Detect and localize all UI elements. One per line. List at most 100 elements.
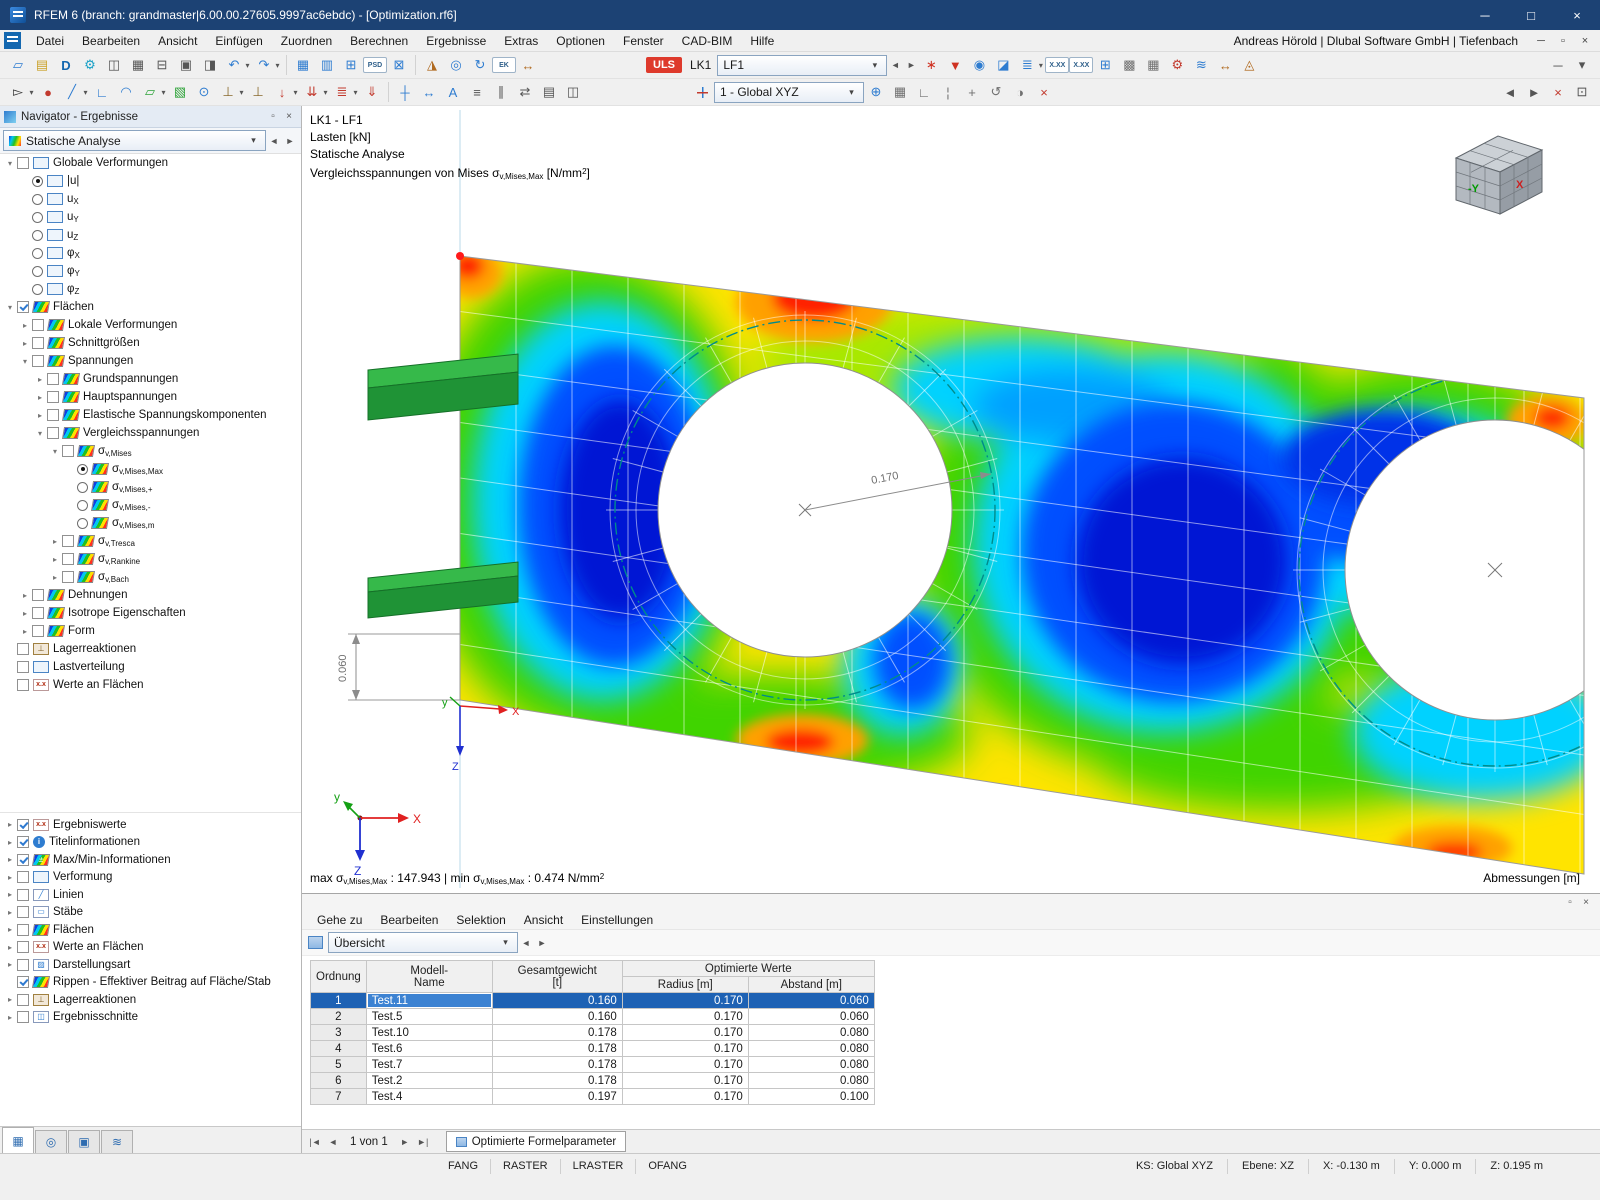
checkbox[interactable] [47, 427, 59, 439]
expander-closed-icon[interactable]: ▸ [49, 555, 61, 564]
tree-item-lagerreaktionen[interactable]: ⊥ Lagerreaktionen [0, 640, 301, 658]
line-load-button-dropdown[interactable]: ▾ [321, 88, 330, 97]
checkbox[interactable] [17, 906, 29, 919]
dock-button[interactable]: ⊡ [1570, 81, 1594, 103]
minimize-button[interactable]: ─ [1462, 0, 1508, 30]
model-viewport[interactable]: 0.170 0.060 X y Z X y Z -Y X LK1 - LF1 L… [302, 106, 1600, 893]
checkbox[interactable] [32, 337, 44, 349]
tree-item-lastverteilung[interactable]: Lastverteilung [0, 658, 301, 676]
chevron-down-icon[interactable]: ▾ [499, 937, 512, 948]
tree-item-hauptspannungen[interactable]: ▸ Hauptspannungen [0, 388, 301, 406]
panel-float-button[interactable]: ▫ [1562, 895, 1578, 909]
draw-arc-button[interactable]: ◠ [114, 81, 138, 103]
expander-open-icon[interactable]: ▾ [34, 429, 46, 438]
tree-item-werte-an-fl-chen[interactable]: ▸ x.x Werte an Flächen [0, 939, 301, 957]
panel-close-button[interactable]: × [1578, 895, 1594, 909]
radio-button[interactable] [77, 517, 88, 529]
expander-open-icon[interactable]: ▾ [19, 357, 31, 366]
tree-item-v-mises-m[interactable]: σv,Mises,m [0, 514, 301, 532]
mdi-close-button[interactable]: × [1574, 31, 1596, 51]
expander-open-icon[interactable]: ▾ [4, 303, 16, 312]
dlubal-connect-button[interactable]: D [54, 54, 78, 76]
view-prev-button[interactable]: ◄ [1498, 81, 1522, 103]
tree-item-form[interactable]: ▸ Form [0, 622, 301, 640]
show-tables-button[interactable]: ▦ [291, 54, 315, 76]
menu-datei[interactable]: Datei [27, 30, 73, 52]
zoom-button[interactable]: ◎ [444, 54, 468, 76]
clipping-button[interactable]: ◪ [991, 54, 1015, 76]
page-prev-button[interactable]: ◄ [324, 1133, 342, 1151]
result-values-all-button[interactable]: X.XX [1069, 57, 1094, 73]
table-row-test-5[interactable]: 2 Test.5 0.160 0.170 0.060 [310, 1008, 875, 1025]
cell-abstand[interactable]: 0.060 [747, 992, 875, 1009]
print-button[interactable]: ⊟ [150, 54, 174, 76]
cell-ordnung[interactable]: 1 [310, 992, 367, 1009]
table-row-test-10[interactable]: 3 Test.10 0.178 0.170 0.080 [310, 1024, 875, 1041]
tree-item-grundspannungen[interactable]: ▸ Grundspannungen [0, 370, 301, 388]
open-model-button[interactable]: ▤ [30, 54, 54, 76]
column-group-optimized-values[interactable]: Optimierte Werte [621, 960, 875, 977]
status-work-plane[interactable]: Ebene: XZ [1233, 1160, 1303, 1172]
nav-tab-results[interactable]: ≋ [101, 1130, 133, 1153]
column-header-model-name[interactable]: Modell- Name [365, 960, 493, 993]
column-header-radius[interactable]: Radius [m] [621, 976, 749, 993]
maximize-button[interactable]: □ [1508, 0, 1554, 30]
table-row-test-7[interactable]: 5 Test.7 0.178 0.170 0.080 [310, 1056, 875, 1073]
menu-bearbeiten[interactable]: Bearbeiten [73, 30, 149, 52]
free-load-button[interactable]: ⇓ [360, 81, 384, 103]
checkbox[interactable] [17, 679, 29, 691]
dimensions-button[interactable]: ↔ [1213, 54, 1237, 76]
analysis-prev-button[interactable]: ◄ [266, 131, 282, 151]
tree-item-v-tresca[interactable]: ▸ σv,Tresca [0, 532, 301, 550]
radio-button[interactable] [77, 463, 88, 475]
tree-item-lokale-verformungen[interactable]: ▸ Lokale Verformungen [0, 316, 301, 334]
draw-line-button-dropdown[interactable]: ▾ [81, 88, 90, 97]
tree-item-z[interactable]: φZ [0, 280, 301, 298]
expander-closed-icon[interactable]: ▸ [4, 995, 16, 1004]
checkbox[interactable] [62, 445, 74, 457]
tree-item-spannungen[interactable]: ▾ Spannungen [0, 352, 301, 370]
results-toggle-button-dropdown[interactable]: ▾ [1036, 61, 1045, 70]
radio-button[interactable] [32, 193, 43, 205]
expander-closed-icon[interactable]: ▸ [19, 321, 31, 330]
draw-solid-button[interactable]: ▧ [168, 81, 192, 103]
tree-item-v-mises[interactable]: σv,Mises,+ [0, 478, 301, 496]
render-mode-button[interactable]: ◮ [420, 54, 444, 76]
draw-opening-button[interactable]: ⊙ [192, 81, 216, 103]
page-last-button[interactable]: ►| [414, 1133, 432, 1151]
cell-model-name[interactable]: Test.2 [365, 1072, 493, 1089]
checkbox[interactable] [32, 607, 44, 619]
align-button[interactable]: ≡ [465, 81, 489, 103]
checkbox[interactable] [17, 1011, 29, 1024]
delete-button[interactable]: × [1032, 81, 1056, 103]
tree-item-v-mises-max[interactable]: σv,Mises,Max [0, 460, 301, 478]
cell-model-name[interactable]: Test.4 [365, 1088, 493, 1105]
tree-item-fl-chen[interactable]: ▾ Flächen [0, 298, 301, 316]
checkbox[interactable] [47, 373, 59, 385]
ek-button[interactable]: EK [492, 57, 516, 73]
expander-closed-icon[interactable]: ▸ [4, 820, 16, 829]
menu-berechnen[interactable]: Berechnen [341, 30, 417, 52]
guide-button[interactable]: ¦ [936, 81, 960, 103]
grid-snap-button[interactable]: ▦ [888, 81, 912, 103]
navigator-float-button[interactable]: ▫ [265, 109, 281, 125]
status-coordinate-system[interactable]: KS: Global XYZ [1127, 1160, 1222, 1172]
checkbox[interactable] [62, 571, 74, 583]
tree-item-u-x[interactable]: uX [0, 190, 301, 208]
analysis-type-combo[interactable]: Statische Analyse ▾ [3, 130, 266, 151]
checkbox[interactable] [17, 888, 29, 901]
cell-radius[interactable]: 0.170 [621, 1056, 749, 1073]
expander-closed-icon[interactable]: ▸ [34, 393, 46, 402]
section-button[interactable]: ◫ [561, 81, 585, 103]
copy-button[interactable]: ◨ [198, 54, 222, 76]
checkbox[interactable] [17, 818, 29, 831]
tree-item-darstellungsart[interactable]: ▸ ▨ Darstellungsart [0, 956, 301, 974]
cell-model-name[interactable]: Test.5 [365, 1008, 493, 1025]
rfem-logo-icon[interactable] [4, 32, 21, 49]
fea-scene[interactable]: 0.170 0.060 X y Z X y Z -Y X [302, 106, 1600, 893]
expander-closed-icon[interactable]: ▸ [34, 375, 46, 384]
chevron-down-icon[interactable]: ▾ [868, 60, 881, 71]
mirror-button[interactable]: ◑ [1008, 81, 1032, 103]
draw-surface-button-dropdown[interactable]: ▾ [159, 88, 168, 97]
checkbox[interactable] [32, 589, 44, 601]
